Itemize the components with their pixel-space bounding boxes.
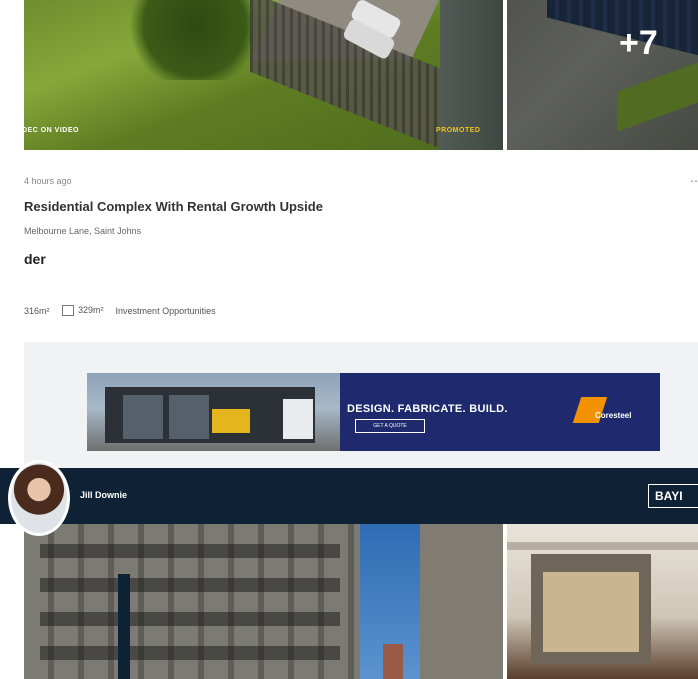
building-area-stat: 316m² [24, 306, 50, 316]
ad-headline: DESIGN. FABRICATE. BUILD. [347, 403, 508, 415]
listing-category: Investment Opportunities [115, 305, 216, 316]
agent-name[interactable]: Jill Downie [80, 490, 127, 500]
shed-bay-shape [169, 395, 209, 439]
ellipsis-icon[interactable]: ⋯ [690, 174, 698, 188]
listing-stats: 316m² 329m² Investment Opportunities [24, 305, 216, 317]
left-gutter [0, 0, 24, 679]
beam-shape [507, 542, 698, 550]
listing2-photo-side[interactable] [507, 524, 698, 679]
ad-photo [87, 373, 340, 451]
shed-bay-shape [123, 395, 163, 439]
listing-photo-side[interactable]: +7 [507, 0, 698, 150]
listing-date: 4 hours ago [24, 176, 72, 186]
listing-address: Melbourne Lane, Saint Johns [24, 226, 142, 236]
land-area-value: 329m² [78, 305, 104, 315]
agent-avatar[interactable] [8, 460, 70, 536]
office-shape [283, 399, 313, 439]
ad-logo-name: Coresteel [595, 411, 632, 420]
tower-shape [383, 644, 403, 679]
window-rows-shape [40, 544, 340, 674]
listing2-photo-main[interactable] [0, 524, 503, 679]
tree-shape [120, 0, 270, 80]
more-photos-count[interactable]: +7 [619, 24, 658, 63]
ad-cta-button[interactable]: GET A QUOTE [355, 419, 425, 433]
building-area-value: 316m² [24, 305, 50, 316]
photo-tag-promoted: PROMOTED [436, 127, 481, 134]
land-area-icon [61, 305, 74, 317]
photo-overlay [507, 0, 698, 150]
ad-logo: Coresteel [572, 397, 645, 427]
land-area-stat: 329m² [61, 305, 104, 317]
truck-shape [212, 409, 250, 433]
agency-brand-logo: BAYI [648, 484, 698, 508]
listing-price: der [24, 251, 46, 267]
interior-shape [543, 572, 639, 652]
sign-shape [118, 574, 130, 679]
ad-banner[interactable]: DESIGN. FABRICATE. BUILD. GET A QUOTE Co… [87, 373, 660, 451]
photo-tag-video: DEC ON VIDEO [22, 127, 79, 134]
listing-photo-main[interactable]: DEC ON VIDEO PROMOTED [0, 0, 503, 150]
building-shape [420, 524, 503, 679]
listing-title[interactable]: Residential Complex With Rental Growth U… [24, 199, 323, 214]
